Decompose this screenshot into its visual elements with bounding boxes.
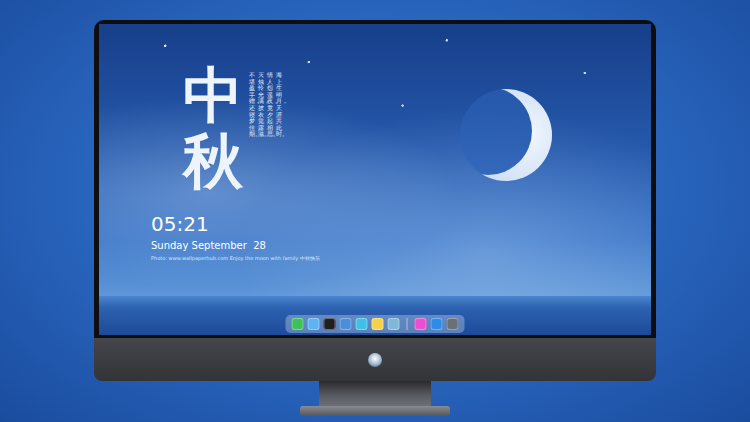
dock-app-icon[interactable] [340,318,352,330]
clock-widget: 05:21 Sunday September 28 Photo: www.wallp… [151,212,320,262]
dock-app-icon[interactable] [388,318,400,330]
dock-separator [407,318,408,330]
clock-date: Sunday September 28 [151,239,320,252]
poem: 海上生明月，天涯共此时。情人怨遥夜，竟夕起相思。灭烛怜光满，披衣觉露滋。不堪盈手… [249,72,282,138]
stand-neck [319,381,431,406]
dock [286,315,465,333]
poem-column: 海上生明月，天涯共此时。 [276,72,282,138]
desktop-mockup: 中秋海上生明月，天涯共此时。情人怨遥夜，竟夕起相思。灭烛怜光满，披衣觉露滋。不堪… [0,0,750,422]
dock-app-icon[interactable] [308,318,320,330]
clock-time: 05:21 [151,212,320,236]
dock-app-icon[interactable] [447,318,459,330]
poem-column: 灭烛怜光满，披衣觉露滋。 [258,72,264,138]
stand-base [300,406,450,416]
festival-title: 中秋 [183,62,243,194]
poem-column: 情人怨遥夜，竟夕起相思。 [267,72,273,138]
wallpaper-caption: Photo: www.wallpaperhub.com Enjoy the mo… [151,255,320,262]
dock-app-icon[interactable] [356,318,368,330]
monitor: 中秋海上生明月，天涯共此时。情人怨遥夜，竟夕起相思。灭烛怜光满，披衣觉露滋。不堪… [94,20,656,422]
dock-app-icon[interactable] [415,318,427,330]
monitor-bezel: 中秋海上生明月，天涯共此时。情人怨遥夜，竟夕起相思。灭烛怜光满，披衣觉露滋。不堪… [94,20,656,338]
logo-icon [368,353,382,367]
dock-app-icon[interactable] [372,318,384,330]
moon-icon [458,87,554,183]
poem-column: 不堪盈手赠，还寝梦佳期。 [249,72,255,138]
screen: 中秋海上生明月，天涯共此时。情人怨遥夜，竟夕起相思。灭烛怜光满，披衣觉露滋。不堪… [99,24,651,335]
monitor-chin [94,338,656,381]
dock-app-icon[interactable] [431,318,443,330]
dock-app-icon[interactable] [324,318,336,330]
dock-app-icon[interactable] [292,318,304,330]
